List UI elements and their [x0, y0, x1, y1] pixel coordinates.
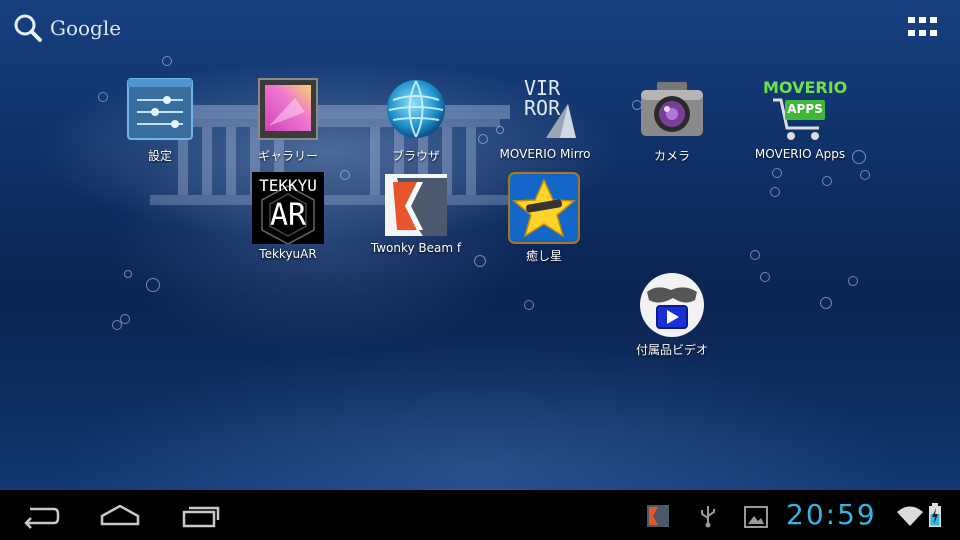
gallery-icon	[255, 78, 321, 144]
app-browser[interactable]: ブラウザ	[361, 78, 471, 164]
app-moverio-apps[interactable]: MOVERIO APPS MOVERIO Apps	[745, 78, 855, 161]
shopping-cart-icon: MOVERIO APPS	[763, 78, 847, 144]
icon-text-line1: TEKKYU	[259, 176, 317, 195]
recent-apps-icon	[182, 506, 220, 528]
all-apps-button[interactable]	[908, 17, 938, 39]
twonky-icon	[383, 172, 449, 238]
app-label: MOVERIO Mirro	[499, 147, 591, 161]
app-label: 設定	[147, 149, 172, 163]
app-label: ブラウザ	[391, 149, 440, 163]
home-icon	[100, 504, 140, 526]
app-moverio-mirror[interactable]: VIR ROR MOVERIO Mirro	[490, 78, 600, 161]
globe-icon	[383, 78, 449, 144]
star-icon	[508, 172, 580, 244]
app-label: ギャラリー	[257, 149, 318, 163]
icon-text-line2: AR	[269, 198, 307, 233]
app-label: MOVERIO Apps	[754, 147, 846, 161]
app-label: TekkyuAR	[259, 247, 317, 261]
wallpaper	[0, 0, 960, 490]
app-label: カメラ	[653, 149, 690, 163]
search-icon	[14, 14, 42, 42]
back-button[interactable]	[18, 500, 62, 530]
home-button[interactable]	[98, 500, 142, 530]
settings-sliders-icon	[127, 78, 193, 144]
apps-grid-icon	[908, 17, 915, 23]
moverio-mirror-icon: VIR ROR	[512, 78, 578, 144]
battery-charging-icon	[929, 503, 941, 527]
app-iyashiboshi[interactable]: 癒し星	[489, 172, 599, 264]
glasses-play-icon	[639, 272, 705, 338]
image-notification-icon[interactable]	[744, 506, 768, 528]
search-label: Google	[50, 16, 122, 40]
app-twonky[interactable]: Twonky Beam f	[361, 172, 471, 255]
app-tekkyuar[interactable]: TEKKYU AR TekkyuAR	[233, 172, 343, 261]
google-search-bar[interactable]: Google	[12, 12, 121, 44]
icon-text-line2: APPS	[787, 102, 823, 116]
app-video[interactable]: 付属品ビデオ	[617, 272, 727, 358]
camera-icon	[639, 78, 705, 144]
wifi-icon	[897, 506, 923, 526]
app-label: Twonky Beam f	[370, 241, 462, 255]
twonky-notification-icon[interactable]	[646, 504, 670, 528]
status-clock: 20:59	[786, 498, 877, 531]
app-gallery[interactable]: ギャラリー	[233, 78, 343, 164]
recent-apps-button[interactable]	[180, 500, 224, 530]
app-settings[interactable]: 設定	[105, 78, 215, 164]
usb-icon	[701, 506, 715, 528]
app-label: 癒し星	[525, 249, 562, 263]
back-icon	[24, 507, 60, 529]
app-camera[interactable]: カメラ	[617, 78, 727, 164]
app-label: 付属品ビデオ	[635, 343, 708, 357]
tekkyuar-icon: TEKKYU AR	[252, 172, 324, 244]
